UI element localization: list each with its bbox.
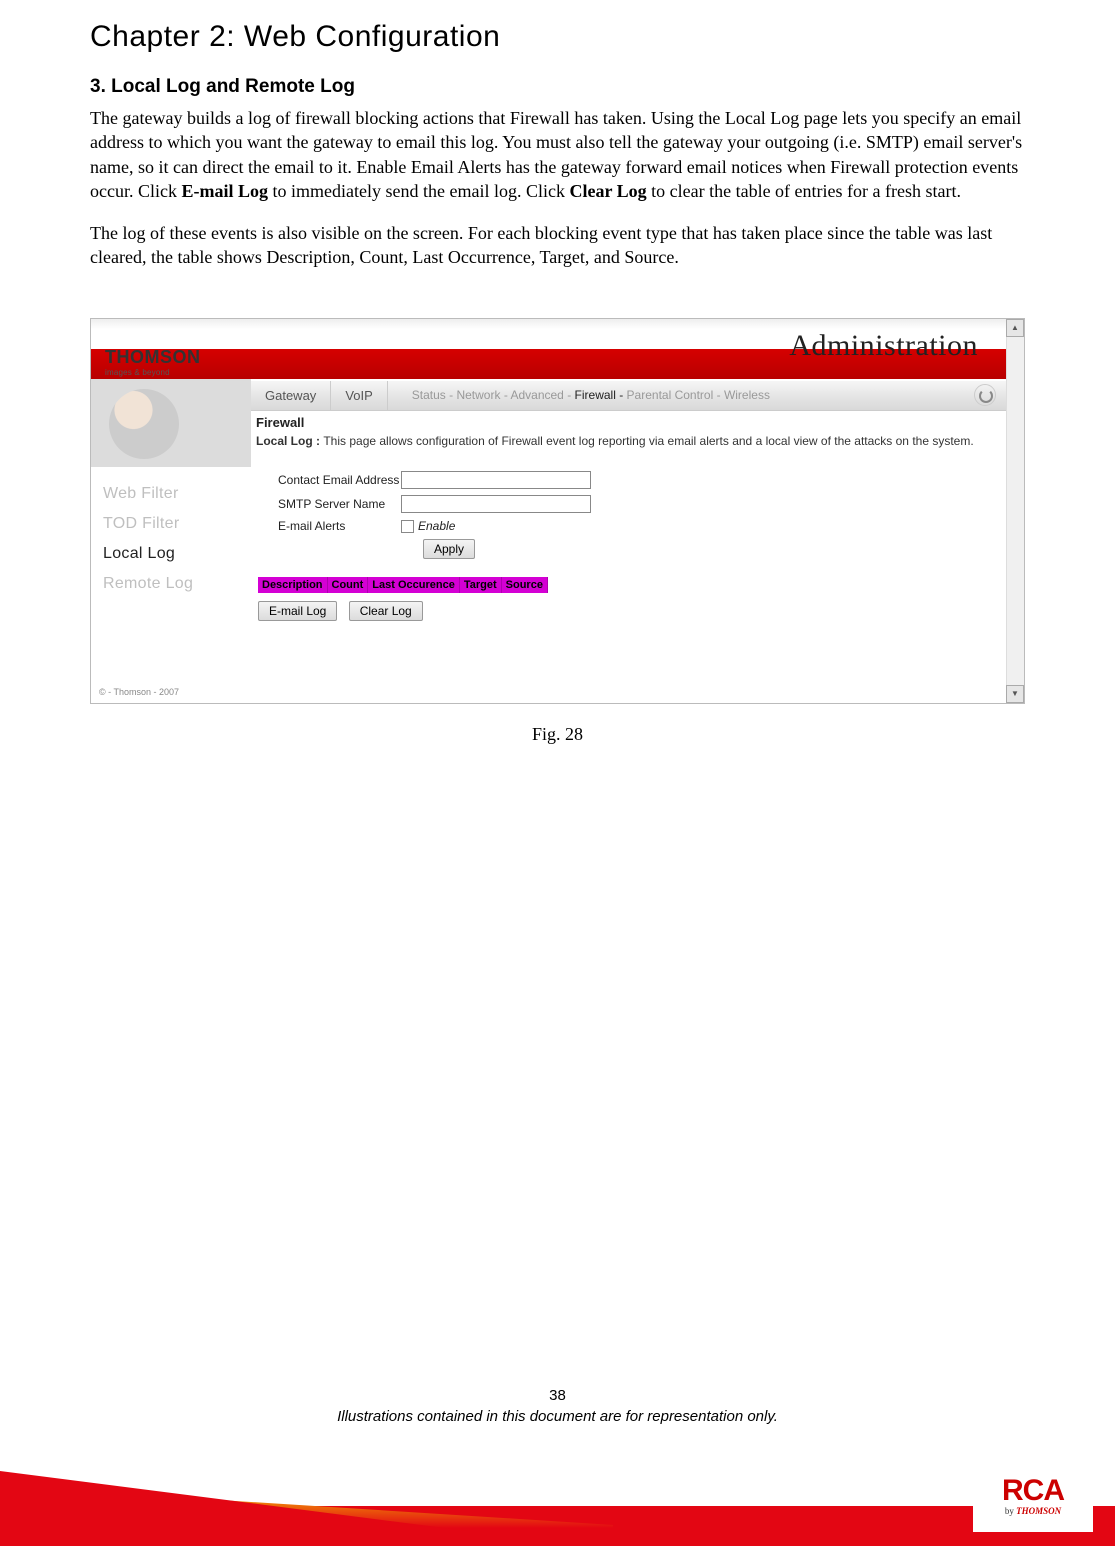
- sidebar-item-webfilter[interactable]: Web Filter: [103, 485, 239, 503]
- sidebar-photo: [91, 379, 251, 467]
- figure-caption: Fig. 28: [90, 724, 1025, 745]
- panel-desc-lead: Local Log :: [256, 434, 323, 448]
- panel-desc-rest: This page allows configuration of Firewa…: [323, 434, 973, 448]
- chapter-title: Chapter 2: Web Configuration: [90, 20, 1025, 54]
- log-buttons: E-mail Log Clear Log: [258, 601, 1002, 621]
- rca-logo-text: RCA: [973, 1472, 1093, 1506]
- col-count: Count: [328, 577, 369, 593]
- clear-log-button[interactable]: Clear Log: [349, 601, 423, 621]
- email-log-button[interactable]: E-mail Log: [258, 601, 337, 621]
- subnav-wireless[interactable]: Wireless: [724, 388, 770, 402]
- log-table-header: Description Count Last Occurence Target …: [258, 577, 548, 593]
- footer-tagline: Illustrations contained in this document…: [337, 1408, 778, 1425]
- para1-text-c: to immediately send the email log. Click: [268, 181, 569, 201]
- panel-title: Firewall: [256, 415, 1002, 430]
- subnav-firewall[interactable]: Firewall -: [575, 388, 627, 402]
- by-prefix: by: [1005, 1506, 1016, 1516]
- sidebar-navlist: Web Filter TOD Filter Local Log Remote L…: [91, 467, 251, 623]
- embedded-screenshot: ▲ ▼ Administration THOMSON images & beyo…: [90, 318, 1025, 704]
- col-source: Source: [502, 577, 548, 593]
- brand-main: THOMSON: [105, 347, 250, 368]
- row-smtp: SMTP Server Name: [256, 495, 1002, 513]
- apply-button[interactable]: Apply: [423, 539, 475, 559]
- scroll-up-button[interactable]: ▲: [1006, 319, 1024, 337]
- main-panel: Firewall Local Log : This page allows co…: [256, 415, 1002, 699]
- row-contact-email: Contact Email Address: [256, 471, 1002, 489]
- tab-gateway[interactable]: Gateway: [251, 381, 331, 410]
- sidebar-item-remotelog[interactable]: Remote Log: [103, 575, 239, 593]
- footer-logo: RCA by THOMSON: [973, 1472, 1093, 1532]
- label-alerts: E-mail Alerts: [256, 519, 401, 533]
- sidebar: Web Filter TOD Filter Local Log Remote L…: [91, 379, 251, 703]
- sub-navigation: Gateway VoIP Status - Network - Advanced…: [251, 381, 1006, 411]
- log-table: Description Count Last Occurence Target …: [258, 577, 1002, 593]
- rca-by-line: by THOMSON: [973, 1506, 1093, 1516]
- subnav-links: Status - Network - Advanced - Firewall -…: [388, 388, 974, 402]
- para1-text-d: to clear the table of entries for a fres…: [647, 181, 961, 201]
- paragraph-2: The log of these events is also visible …: [90, 221, 1025, 270]
- col-last-occurence: Last Occurence: [368, 577, 460, 593]
- scrollbar-track[interactable]: [1006, 337, 1024, 685]
- input-smtp[interactable]: [401, 495, 591, 513]
- row-alerts: E-mail Alerts Enable: [256, 519, 1002, 533]
- paragraph-1: The gateway builds a log of firewall blo…: [90, 106, 1025, 203]
- brand-sub: images & beyond: [105, 368, 250, 377]
- by-brand: THOMSON: [1016, 1506, 1061, 1516]
- sidebar-copyright: © - Thomson - 2007: [99, 687, 179, 697]
- admin-title: Administration: [789, 329, 978, 363]
- tab-voip[interactable]: VoIP: [331, 381, 387, 410]
- section-title: 3. Local Log and Remote Log: [90, 76, 1025, 98]
- panel-description: Local Log : This page allows configurati…: [256, 434, 1002, 450]
- scroll-down-button[interactable]: ▼: [1006, 685, 1024, 703]
- page-footer: 38 Illustrations contained in this docum…: [0, 1387, 1115, 1426]
- label-smtp: SMTP Server Name: [256, 497, 401, 511]
- subnav-network[interactable]: Network -: [456, 388, 510, 402]
- subnav-advanced[interactable]: Advanced -: [510, 388, 574, 402]
- input-contact-email[interactable]: [401, 471, 591, 489]
- label-enable: Enable: [418, 519, 455, 533]
- sidebar-item-todfilter[interactable]: TOD Filter: [103, 515, 239, 533]
- checkbox-enable-alerts[interactable]: [401, 520, 414, 533]
- subnav-parental[interactable]: Parental Control -: [627, 388, 724, 402]
- para1-bold-1: E-mail Log: [181, 181, 268, 201]
- col-description: Description: [258, 577, 328, 593]
- page-number: 38: [0, 1387, 1115, 1404]
- label-contact-email: Contact Email Address: [256, 473, 401, 487]
- refresh-icon[interactable]: [974, 384, 996, 406]
- subnav-status[interactable]: Status -: [412, 388, 457, 402]
- apply-row: Apply: [423, 539, 1002, 559]
- sidebar-item-locallog[interactable]: Local Log: [103, 545, 239, 563]
- footer-bar: RCA by THOMSON: [0, 1466, 1115, 1546]
- col-target: Target: [460, 577, 502, 593]
- para1-bold-2: Clear Log: [569, 181, 646, 201]
